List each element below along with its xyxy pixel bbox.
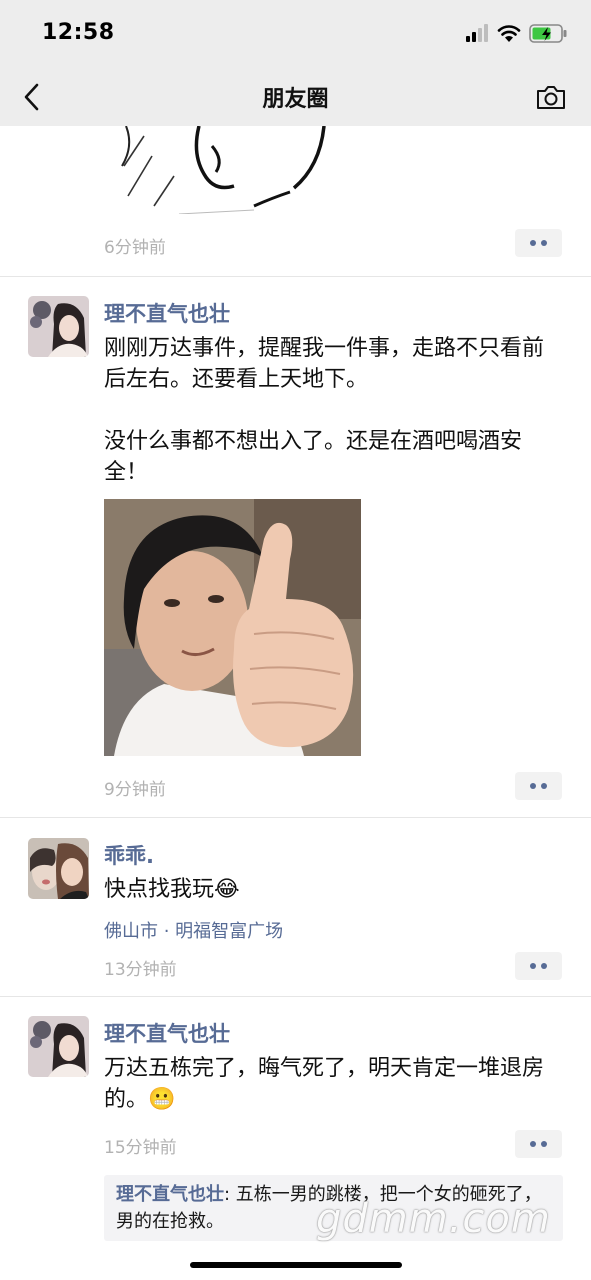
avatar[interactable] <box>28 296 89 357</box>
avatar[interactable] <box>28 838 89 899</box>
post-image-sketch[interactable] <box>104 126 362 214</box>
post-image[interactable] <box>104 499 361 756</box>
post-text: 快点找我玩😂 <box>104 877 240 902</box>
post-author[interactable]: 理不直气也壮 <box>104 1018 230 1048</box>
page-title: 朋友圈 <box>262 87 329 112</box>
post-author[interactable]: 乖乖. <box>104 840 154 870</box>
home-indicator[interactable] <box>190 1262 402 1268</box>
more-dots-icon[interactable] <box>515 229 562 257</box>
camera-icon[interactable] <box>535 82 567 112</box>
post-location[interactable]: 佛山市 · 明福智富广场 <box>104 917 283 943</box>
wifi-icon <box>497 25 521 42</box>
post-time: 6分钟前 <box>104 238 166 258</box>
battery-icon <box>529 24 567 43</box>
watermark: gdmm.com <box>316 1196 551 1242</box>
feed-post-partial: 6分钟前 <box>0 126 591 276</box>
comment-author[interactable]: 理不直气也壮 <box>116 1184 224 1205</box>
post-text: 刚刚万达事件，提醒我一件事，走路不只看前后左右。还要看上天地下。 没什么事都不想… <box>104 336 545 485</box>
status-time: 12:58 <box>42 20 115 45</box>
more-dots-icon[interactable] <box>515 1130 562 1158</box>
post-time: 9分钟前 <box>104 780 166 800</box>
feed-post: 理不直气也壮 刚刚万达事件，提醒我一件事，走路不只看前后左右。还要看上天地下。 … <box>0 277 591 817</box>
signal-icon <box>466 24 488 42</box>
more-dots-icon[interactable] <box>515 772 562 800</box>
more-dots-icon[interactable] <box>515 952 562 980</box>
post-author[interactable]: 理不直气也壮 <box>104 298 230 328</box>
avatar[interactable] <box>28 1016 89 1077</box>
post-time: 13分钟前 <box>104 960 177 980</box>
comment-separator: : <box>224 1184 236 1205</box>
post-text: 万达五栋完了，晦气死了，明天肯定一堆退房的。😬 <box>104 1056 545 1112</box>
nav-bar: 朋友圈 <box>0 68 591 126</box>
post-time: 15分钟前 <box>104 1138 177 1158</box>
feed-post: 乖乖. 快点找我玩😂 佛山市 · 明福智富广场 13分钟前 <box>0 818 591 996</box>
status-bar: 12:58 <box>0 0 591 68</box>
